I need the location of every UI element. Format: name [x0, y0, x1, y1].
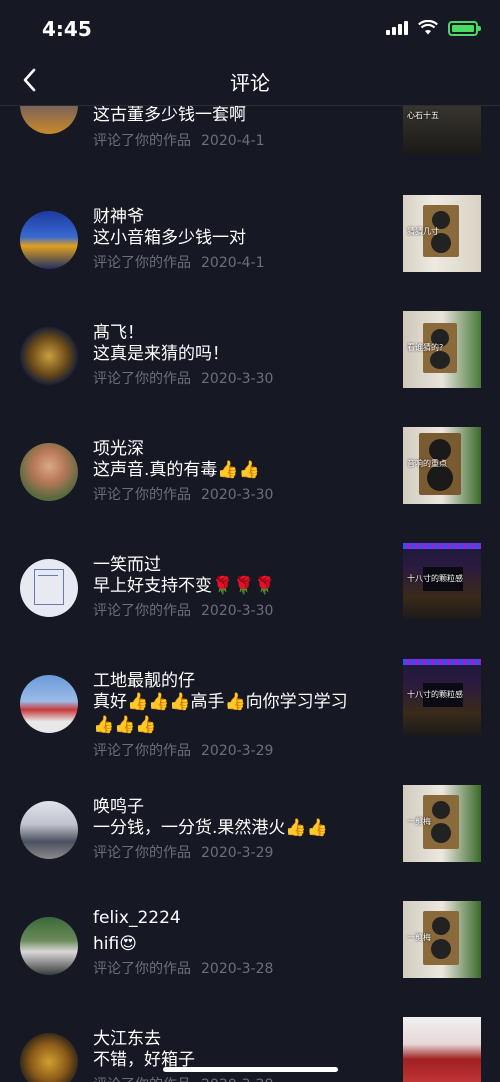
list-item[interactable]: 髙飞！ 这真是来猜的吗！ 评论了你的作品 2020-3-30 看谁猜的? [0, 311, 500, 427]
thumbnail-caption: 十八寸的颗粒感 [407, 574, 463, 583]
comment-text: 这真是来猜的吗！ [93, 344, 229, 364]
comment-text: 这小音箱多少钱一对 [93, 228, 246, 248]
comment-meta: 评论了你的作品 2020-3-29 [93, 740, 273, 760]
comment-date: 2020-4-1 [201, 133, 265, 149]
avatar[interactable] [20, 327, 78, 385]
comment-meta: 评论了你的作品 2020-3-28 [93, 958, 273, 978]
username[interactable]: felix_2224 [93, 908, 181, 928]
comment-meta: 评论了你的作品 2020-3-30 [93, 600, 273, 620]
video-thumbnail[interactable]: 十八寸的颗粒感 [403, 543, 481, 620]
username[interactable]: 髙飞！ [93, 318, 144, 343]
comment-meta: 评论了你的作品 2020-3-30 [93, 368, 273, 388]
comment-meta: 评论了你的作品 2020-3-28 [93, 1074, 273, 1082]
action-text: 评论了你的作品 [93, 371, 191, 387]
list-item[interactable]: felix_2224 hifi😍 评论了你的作品 2020-3-28 一剪梅 [0, 901, 500, 1017]
video-thumbnail[interactable]: 十八寸的颗粒感 [403, 659, 481, 736]
avatar[interactable] [20, 559, 78, 617]
nav-bar: 评论 [0, 55, 500, 106]
list-item[interactable]: 一笑而过 早上好支持不变🌹🌹🌹 评论了你的作品 2020-3-30 十八寸的颗粒感 [0, 543, 500, 659]
avatar[interactable] [20, 106, 78, 134]
comment-meta: 评论了你的作品 2020-4-1 [93, 130, 265, 150]
thumbnail-caption: 看谁猜的? [407, 342, 444, 352]
username[interactable]: 工地最靓的仔 [93, 666, 195, 691]
avatar[interactable] [20, 443, 78, 501]
username[interactable]: 大江东去 [93, 1024, 161, 1049]
page-title: 评论 [230, 71, 270, 95]
comment-date: 2020-4-1 [201, 255, 265, 271]
video-thumbnail[interactable]: 一剪梅 [403, 901, 481, 978]
video-thumbnail[interactable] [403, 1017, 481, 1082]
comment-date: 2020-3-29 [201, 845, 274, 861]
comment-meta: 评论了你的作品 2020-3-29 [93, 842, 273, 862]
battery-charging-icon [448, 20, 481, 36]
comment-date: 2020-3-30 [201, 603, 274, 619]
comment-text: 早上好支持不变🌹🌹🌹 [93, 576, 276, 596]
action-text: 评论了你的作品 [93, 961, 191, 977]
thumbnail-caption: 十八寸的颗粒感 [407, 690, 463, 699]
list-item[interactable]: 项光深 这声音.真的有毒👍👍 评论了你的作品 2020-3-30 音响的重点 [0, 427, 500, 543]
comment-date: 2020-3-30 [201, 371, 274, 387]
status-bar: 4:45 [0, 0, 500, 55]
comment-text: 这古董多少钱一套啊 [93, 106, 246, 125]
video-thumbnail[interactable]: 音响的重点 [403, 427, 481, 504]
list-item[interactable]: 工地最靓的仔 真好👍👍👍高手👍向你学习学习👍👍👍 评论了你的作品 2020-3-2… [0, 659, 500, 789]
comment-date: 2020-3-29 [201, 743, 274, 759]
wifi-icon [418, 20, 438, 35]
list-item[interactable]: 大江东去 不错，好箱子 评论了你的作品2020-3-28 [0, 1017, 500, 1082]
thumbnail-caption: 一剪梅 [407, 932, 431, 942]
video-thumbnail[interactable]: 心石十五 [403, 106, 481, 154]
comment-date: 2020-3-28 [201, 1077, 273, 1082]
thumbnail-caption: 音响的重点 [407, 458, 447, 468]
comment-text: 真好👍👍👍高手👍向你学习学习👍👍👍 [93, 692, 348, 735]
thumbnail-caption: 猜猜几寸 [407, 226, 439, 236]
avatar[interactable] [20, 801, 78, 859]
comment-text: hifi😍 [93, 934, 137, 954]
action-text: 评论了你的作品 [93, 487, 191, 503]
username[interactable]: 项光深 [93, 434, 144, 459]
action-text: 评论了你的作品 [93, 1077, 191, 1082]
username[interactable]: 财神爷 [93, 202, 144, 227]
comment-text: 这声音.真的有毒👍👍 [93, 460, 260, 480]
video-thumbnail[interactable]: 看谁猜的? [403, 311, 481, 388]
avatar[interactable] [20, 917, 78, 975]
username[interactable]: 一笑而过 [93, 550, 161, 575]
avatar[interactable] [20, 1033, 78, 1082]
status-icons [386, 20, 481, 36]
action-text: 评论了你的作品 [93, 743, 191, 759]
action-text: 评论了你的作品 [93, 133, 191, 149]
home-indicator[interactable] [163, 1067, 338, 1072]
list-item[interactable]: 财神爷 这小音箱多少钱一对 评论了你的作品 2020-4-1 猜猜几寸 [0, 195, 500, 311]
video-thumbnail[interactable]: 猜猜几寸 [403, 195, 481, 272]
status-time: 4:45 [42, 17, 92, 41]
action-text: 评论了你的作品 [93, 845, 191, 861]
comment-meta: 评论了你的作品 2020-3-30 [93, 484, 273, 504]
video-thumbnail[interactable]: 一剪梅 [403, 785, 481, 862]
thumbnail-caption: 心石十五 [407, 111, 439, 120]
comment-list[interactable]: 这古董多少钱一套啊 评论了你的作品 2020-4-1 心石十五 财神爷 这小音箱多… [0, 106, 500, 1082]
comment-meta: 评论了你的作品 2020-4-1 [93, 252, 265, 272]
avatar[interactable] [20, 675, 78, 733]
comment-text: 一分钱，一分货.果然港火👍👍 [93, 818, 328, 838]
action-text: 评论了你的作品 [93, 255, 191, 271]
thumbnail-caption: 一剪梅 [407, 816, 431, 826]
comment-date: 2020-3-28 [201, 961, 274, 977]
cellular-signal-icon [386, 21, 408, 35]
action-text: 评论了你的作品 [93, 603, 191, 619]
list-item[interactable]: 唤鸣子 一分钱，一分货.果然港火👍👍 评论了你的作品 2020-3-29 一剪梅 [0, 785, 500, 901]
avatar[interactable] [20, 211, 78, 269]
username[interactable]: 唤鸣子 [93, 792, 144, 817]
comment-date: 2020-3-30 [201, 487, 274, 503]
